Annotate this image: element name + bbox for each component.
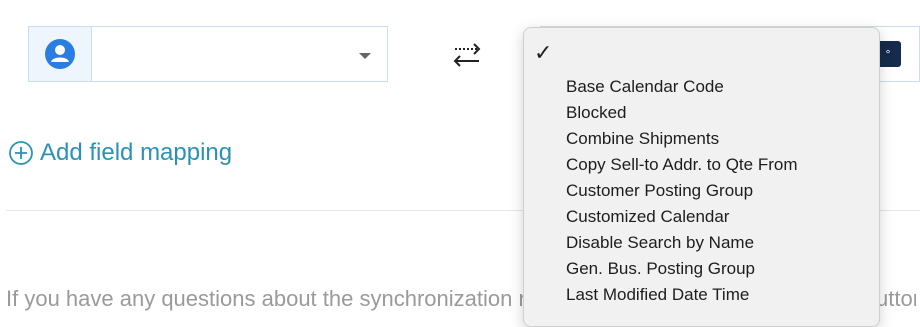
source-field-select[interactable] xyxy=(28,26,388,82)
add-field-mapping-link[interactable]: Add field mapping xyxy=(8,138,232,168)
dropdown-item[interactable]: Last Modified Date Time xyxy=(566,282,797,308)
user-icon xyxy=(45,39,75,69)
dropdown-item[interactable]: Copy Sell-to Addr. to Qte From xyxy=(566,152,797,178)
chevron-down-icon[interactable] xyxy=(359,53,371,59)
dropdown-item[interactable]: Customer Posting Group xyxy=(566,178,797,204)
dropdown-item[interactable]: Disable Search by Name xyxy=(566,230,797,256)
user-icon-cell xyxy=(29,27,92,81)
dropdown-item[interactable]: Base Calendar Code xyxy=(566,74,797,100)
help-text-right: uttor xyxy=(876,286,916,311)
add-circle-icon xyxy=(9,141,33,165)
dropdown-item[interactable]: Gen. Bus. Posting Group xyxy=(566,256,797,282)
dropdown-item[interactable]: Combine Shipments xyxy=(566,126,797,152)
dropdown-item[interactable]: Blocked xyxy=(566,100,797,126)
field-options-dropdown[interactable]: ✓ Base Calendar Code Blocked Combine Shi… xyxy=(523,27,880,327)
dropdown-item[interactable]: Customized Calendar xyxy=(566,204,797,230)
source-field-value[interactable] xyxy=(92,27,387,81)
checkmark-icon[interactable]: ✓ xyxy=(534,40,552,66)
swap-arrows-icon[interactable] xyxy=(449,40,485,70)
add-field-mapping-label: Add field mapping xyxy=(40,139,233,166)
dropdown-list: Base Calendar Code Blocked Combine Shipm… xyxy=(566,74,797,308)
help-text-left: If you have any questions about the sync… xyxy=(6,286,531,311)
